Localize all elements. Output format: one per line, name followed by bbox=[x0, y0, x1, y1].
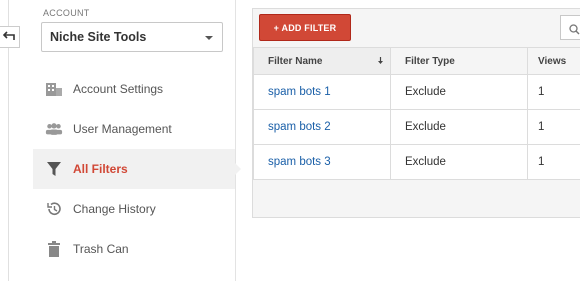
filters-table: Filter Name Filter Type Views spam bots … bbox=[253, 47, 580, 180]
account-label: ACCOUNT bbox=[43, 8, 90, 18]
views-cell: 1 bbox=[527, 109, 580, 145]
users-icon bbox=[45, 120, 63, 138]
filter-icon bbox=[45, 160, 63, 178]
filter-type-cell: Exclude bbox=[390, 109, 528, 145]
column-header-label: Filter Name bbox=[268, 55, 323, 67]
back-arrow-icon bbox=[2, 28, 15, 46]
nav-item-trash-can[interactable]: Trash Can bbox=[33, 229, 235, 269]
column-header-label: Views bbox=[538, 55, 567, 67]
table-row: spam bots 1 Exclude 1 bbox=[253, 74, 580, 110]
column-header-filter-name[interactable]: Filter Name bbox=[253, 47, 391, 75]
nav-item-label: Change History bbox=[73, 202, 156, 216]
nav-item-account-settings[interactable]: Account Settings bbox=[33, 69, 235, 109]
chevron-down-icon bbox=[205, 36, 213, 40]
search-icon bbox=[569, 22, 580, 40]
filter-type-cell: Exclude bbox=[390, 74, 528, 110]
filter-name-link[interactable]: spam bots 1 bbox=[253, 74, 391, 110]
filters-panel: + ADD FILTER Filter Name Filter Type Vie… bbox=[252, 8, 580, 218]
filter-name-link[interactable]: spam bots 3 bbox=[253, 144, 391, 180]
views-cell: 1 bbox=[527, 144, 580, 180]
column-header-views[interactable]: Views bbox=[527, 47, 580, 75]
nav-item-all-filters[interactable]: All Filters bbox=[33, 149, 241, 189]
table-header-row: Filter Name Filter Type Views bbox=[253, 47, 580, 75]
table-row: spam bots 2 Exclude 1 bbox=[253, 109, 580, 145]
nav-item-user-management[interactable]: User Management bbox=[33, 109, 235, 149]
trash-icon bbox=[45, 240, 63, 258]
add-filter-button[interactable]: + ADD FILTER bbox=[259, 14, 351, 41]
filter-type-cell: Exclude bbox=[390, 144, 528, 180]
account-selector-value: Niche Site Tools bbox=[50, 30, 147, 44]
column-header-filter-type[interactable]: Filter Type bbox=[390, 47, 528, 75]
column-header-label: Filter Type bbox=[405, 55, 455, 67]
search-input[interactable] bbox=[560, 15, 580, 40]
nav-item-label: Trash Can bbox=[73, 242, 129, 256]
collapse-button[interactable] bbox=[0, 26, 20, 48]
account-selector[interactable]: Niche Site Tools bbox=[41, 22, 223, 52]
nav-item-change-history[interactable]: Change History bbox=[33, 189, 235, 229]
nav-item-label: Account Settings bbox=[73, 82, 164, 96]
admin-nav: Account Settings User Management All Fil… bbox=[33, 69, 241, 269]
table-row: spam bots 3 Exclude 1 bbox=[253, 144, 580, 180]
sort-down-icon bbox=[377, 57, 384, 68]
account-column: ACCOUNT Niche Site Tools Account Setting… bbox=[33, 0, 241, 281]
building-icon bbox=[45, 80, 63, 98]
views-cell: 1 bbox=[527, 74, 580, 110]
filter-name-link[interactable]: spam bots 2 bbox=[253, 109, 391, 145]
nav-item-label: All Filters bbox=[73, 162, 128, 176]
nav-item-label: User Management bbox=[73, 122, 172, 136]
history-icon bbox=[45, 200, 63, 218]
